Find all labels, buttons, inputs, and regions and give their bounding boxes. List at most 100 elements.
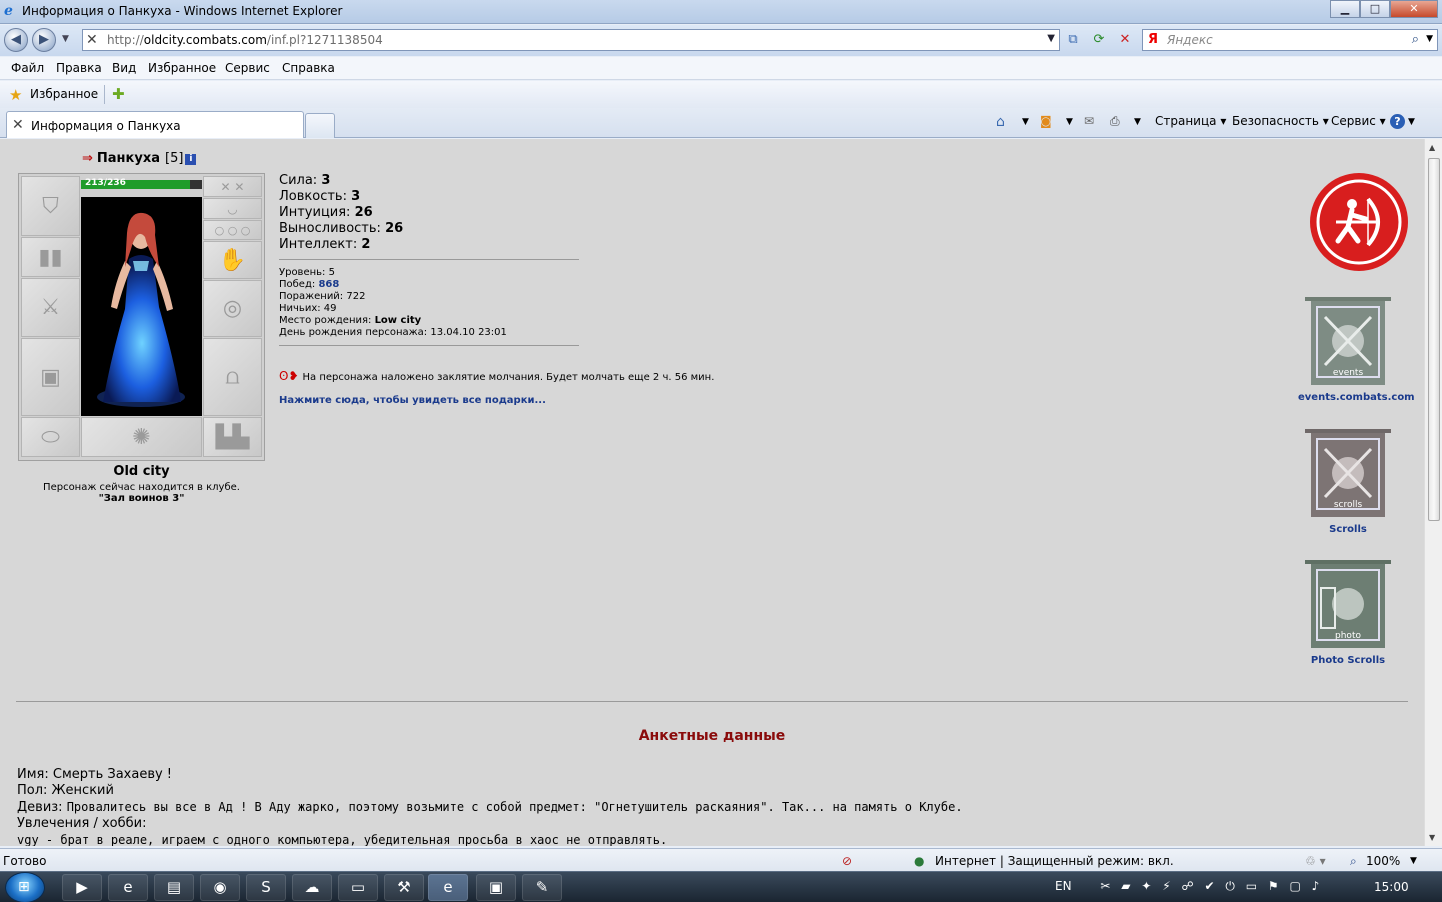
tray-flag-icon[interactable]: ⚑: [1268, 879, 1279, 893]
help-dropdown-icon[interactable]: ▼: [1408, 117, 1415, 127]
taskbar-skype[interactable]: S: [246, 874, 286, 901]
leggings-slot[interactable]: ⩍: [203, 338, 262, 416]
taskbar-app-2[interactable]: ▭: [338, 874, 378, 901]
close-button[interactable]: ✕: [1390, 0, 1438, 18]
scroll-up-icon[interactable]: ▲: [1429, 143, 1435, 152]
language-indicator[interactable]: EN: [1055, 879, 1072, 893]
favorites-button[interactable]: Избранное: [30, 87, 98, 101]
armor-slot[interactable]: ▣: [21, 338, 80, 416]
taskbar-app-3[interactable]: ⚒: [384, 874, 424, 901]
zoom-icon[interactable]: ⌕: [1350, 854, 1357, 869]
compatibility-view-icon[interactable]: ⧉: [1063, 31, 1083, 49]
rings-slot[interactable]: ○ ○ ○: [203, 220, 262, 240]
search-box[interactable]: Я Яндекс ⌕ ▼: [1142, 29, 1438, 51]
menu-favorites[interactable]: Избранное: [148, 61, 216, 75]
taskbar-media-player[interactable]: ▶: [62, 874, 102, 901]
tray-check-icon[interactable]: ✔: [1204, 879, 1214, 893]
address-dropdown-icon[interactable]: ▼: [1047, 33, 1055, 44]
tray-folder-icon[interactable]: ▰: [1121, 879, 1130, 893]
back-button[interactable]: ◀: [4, 28, 28, 52]
stat-row: Интуиция: 26: [279, 205, 373, 220]
zoom-dropdown-icon[interactable]: ▼: [1410, 856, 1417, 866]
combats-logo-icon[interactable]: [1308, 171, 1410, 273]
taskbar-firefox[interactable]: ◉: [200, 874, 240, 901]
scroll-thumb[interactable]: [1428, 158, 1440, 521]
scrolls-caption[interactable]: Scrolls: [1298, 524, 1398, 535]
favorites-star-icon[interactable]: ★: [9, 86, 22, 104]
tools-menu[interactable]: Сервис ▾: [1331, 114, 1386, 128]
info-draws: Ничьих: 49: [279, 303, 337, 314]
minimize-button[interactable]: ▁: [1330, 0, 1360, 18]
menu-tools[interactable]: Сервис: [225, 61, 270, 75]
maximize-button[interactable]: □: [1360, 0, 1390, 18]
menu-help[interactable]: Справка: [282, 61, 335, 75]
feeds-icon[interactable]: ◙: [1040, 114, 1052, 128]
menu-view[interactable]: Вид: [112, 61, 136, 75]
refresh-icon[interactable]: ⟳: [1089, 31, 1109, 49]
search-dropdown-icon[interactable]: ▼: [1426, 34, 1433, 44]
earrings-slot[interactable]: ✕ ✕: [203, 176, 262, 197]
tray-display-icon[interactable]: ▭: [1246, 879, 1257, 893]
taskbar-app-1[interactable]: ☁: [292, 874, 332, 901]
tab-current[interactable]: ✕ Информация о Панкуха: [6, 111, 304, 138]
amulet-slot[interactable]: ◡: [203, 198, 262, 219]
taskbar-ie-active[interactable]: e: [428, 874, 468, 901]
shield-slot[interactable]: ◎: [203, 280, 262, 337]
taskbar-app-4[interactable]: ▣: [476, 874, 516, 901]
add-favorite-icon[interactable]: ✚: [112, 85, 125, 103]
popup-blocker-icon[interactable]: ⊘: [842, 854, 852, 868]
boots-slot[interactable]: ▙▙: [203, 417, 262, 457]
new-tab-button[interactable]: [305, 113, 335, 138]
tray-tool-icon[interactable]: ✂: [1100, 879, 1110, 893]
taskbar-app-5[interactable]: ✎: [522, 874, 562, 901]
security-icon[interactable]: ♲ ▾: [1305, 854, 1326, 868]
clock[interactable]: 15:00: [1374, 880, 1409, 894]
taskbar-ie[interactable]: e: [108, 874, 148, 901]
tray-monitor-icon[interactable]: ▢: [1289, 879, 1300, 893]
print-dropdown-icon[interactable]: ▼: [1134, 117, 1141, 127]
wins-link[interactable]: 868: [318, 279, 339, 290]
photo-scrolls-banner[interactable]: photo Photo Scrolls: [1298, 558, 1398, 666]
page-menu[interactable]: Страница ▾: [1155, 114, 1226, 128]
title-bar[interactable]: e Информация о Панкуха - Windows Interne…: [0, 0, 1442, 24]
start-button[interactable]: ⊞: [5, 872, 45, 902]
photo-scrolls-caption[interactable]: Photo Scrolls: [1298, 655, 1398, 666]
scrolls-banner[interactable]: scrolls Scrolls: [1298, 427, 1398, 535]
scroll-down-icon[interactable]: ▼: [1429, 833, 1435, 842]
safety-menu[interactable]: Безопасность ▾: [1232, 114, 1329, 128]
home-dropdown-icon[interactable]: ▼: [1022, 117, 1029, 127]
gifts-link[interactable]: Нажмите сюда, чтобы увидеть все подарки.…: [279, 395, 546, 406]
belt-slot[interactable]: ⬭: [21, 417, 80, 457]
stats-list: Сила: 3 Ловкость: 3 Интуиция: 26 Выносли…: [279, 173, 403, 253]
menu-edit[interactable]: Правка: [56, 61, 102, 75]
emblem-slot[interactable]: ✺: [81, 417, 202, 457]
feeds-dropdown-icon[interactable]: ▼: [1066, 117, 1073, 127]
stop-icon[interactable]: ✕: [1115, 31, 1135, 49]
history-dropdown-icon[interactable]: ▼: [62, 34, 69, 44]
bracers-slot[interactable]: ▮▮: [21, 237, 80, 277]
tray-volume-icon[interactable]: ♪: [1312, 879, 1320, 893]
hp-text: 213/236: [85, 178, 126, 188]
mail-icon[interactable]: ✉: [1084, 114, 1094, 128]
private-arrow-icon[interactable]: ⇒: [82, 151, 93, 166]
home-icon[interactable]: ⌂: [996, 114, 1005, 130]
menu-file[interactable]: Файл: [11, 61, 44, 75]
help-icon[interactable]: ?: [1390, 114, 1405, 129]
weapon-slot[interactable]: ⚔: [21, 278, 80, 337]
search-icon[interactable]: ⌕: [1412, 32, 1419, 47]
forward-button[interactable]: ▶: [32, 28, 56, 52]
tray-power-icon[interactable]: ⏻: [1225, 879, 1235, 893]
zoom-level[interactable]: 100%: [1366, 854, 1400, 868]
print-icon[interactable]: ⎙: [1110, 114, 1120, 129]
tray-network-app-icon[interactable]: ☍: [1182, 879, 1194, 893]
tray-lightning-icon[interactable]: ⚡: [1162, 879, 1170, 893]
helmet-slot[interactable]: ⛉: [21, 176, 80, 236]
gloves-slot[interactable]: ✋: [203, 241, 262, 279]
taskbar-explorer[interactable]: ▤: [154, 874, 194, 901]
info-icon[interactable]: i: [185, 154, 197, 165]
tray-app-icon[interactable]: ✦: [1141, 879, 1151, 893]
events-banner[interactable]: events events.combats.com: [1298, 295, 1415, 403]
events-caption[interactable]: events.combats.com: [1298, 392, 1415, 403]
address-bar[interactable]: ✕ http://oldcity.combats.com/inf.pl?1271…: [82, 29, 1060, 51]
vertical-scrollbar[interactable]: ▲ ▼: [1424, 139, 1442, 846]
